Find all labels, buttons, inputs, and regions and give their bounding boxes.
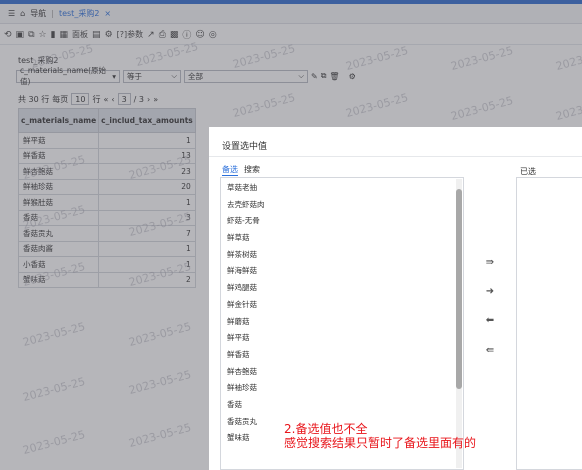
annotation-line-2: 感觉搜索结果只暂时了备选里面有的 [284,436,477,450]
list-item[interactable]: 鲜茶树菇 [221,247,463,264]
list-item[interactable]: 鲜香菇 [221,347,463,364]
list-item[interactable]: 草菇老抽 [221,180,463,197]
selected-list [516,177,582,470]
list-item[interactable]: 香菇 [221,397,463,414]
list-item[interactable]: 鲜平菇 [221,330,463,347]
move-right-button[interactable]: ➜ [483,286,497,298]
list-item[interactable]: 鲜鸡腿菇 [221,280,463,297]
annotation-line-1: 2.备选值也不全 [284,422,368,436]
move-left-button[interactable]: ⬅ [483,315,497,327]
selected-label: 已选 [520,167,536,176]
move-all-right-button[interactable]: ⇛ [483,257,497,269]
list-item[interactable]: 鲜袖珍菇 [221,380,463,397]
list-item[interactable]: 鲜杏鲍菇 [221,364,463,381]
list-item[interactable]: 鲜海鲜菇 [221,263,463,280]
tab-search[interactable]: 搜索 [244,164,260,176]
dialog-title: 设置选中值 [222,142,268,152]
red-annotation: 2.备选值也不全 感觉搜索结果只暂时了备选里面有的 [284,422,476,450]
list-item[interactable]: 鲜金针菇 [221,297,463,314]
list-item[interactable]: 去壳虾菇肉 [221,197,463,214]
list-scrollbar-thumb[interactable] [456,189,462,389]
move-all-left-button[interactable]: ⇚ [483,345,497,357]
list-item[interactable]: 鲜草菇 [221,230,463,247]
dialog-divider [209,156,582,157]
set-selected-values-dialog: 设置选中值 备选 搜索 已选 草菇老抽 去壳虾菇肉 虾菇-无骨 鲜草菇 鲜茶树菇… [209,127,582,470]
tab-candidates[interactable]: 备选 [222,164,238,176]
dialog-tabs: 备选 搜索 [222,164,260,176]
list-item[interactable]: 鲜蘑菇 [221,314,463,331]
list-item[interactable]: 虾菇-无骨 [221,213,463,230]
